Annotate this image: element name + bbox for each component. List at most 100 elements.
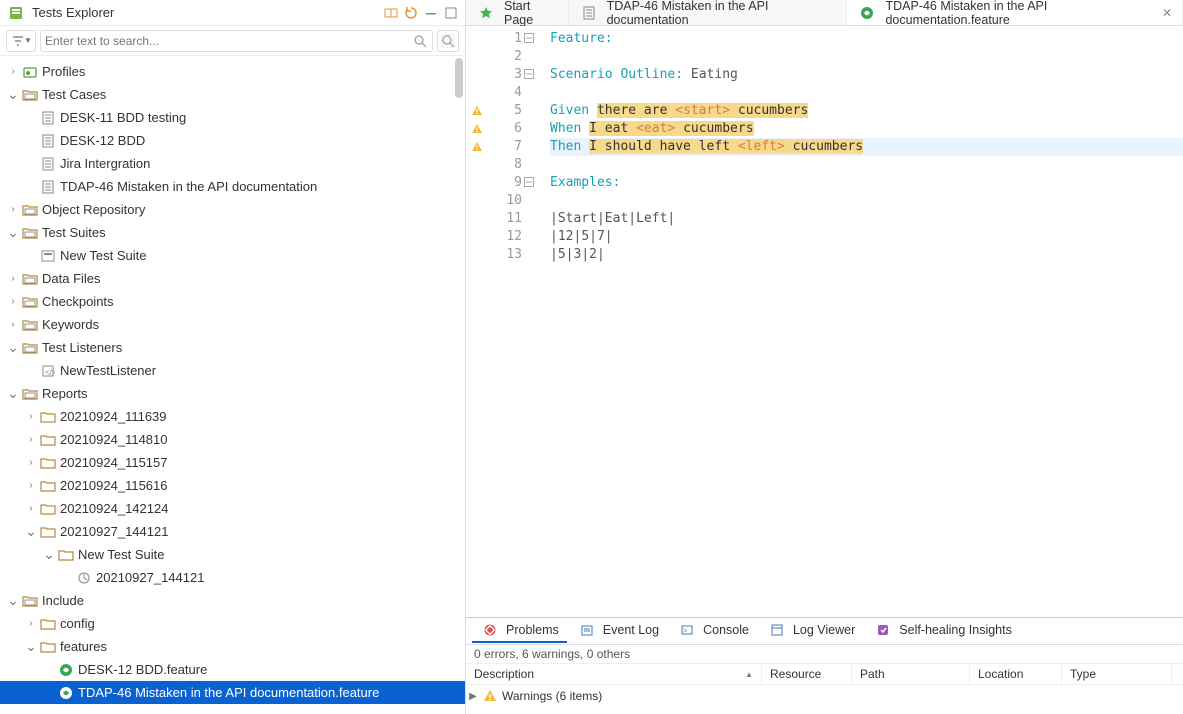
tree-item[interactable]: ⌄features xyxy=(0,635,465,658)
code-line[interactable]: |12|5|7| xyxy=(550,228,1183,246)
code-line[interactable]: Scenario Outline: Eating xyxy=(550,66,1183,84)
code-line[interactable]: Examples: xyxy=(550,174,1183,192)
editor-tab[interactable]: TDAP-46 Mistaken in the API documentatio… xyxy=(847,0,1183,25)
table-column-header[interactable]: Location xyxy=(970,664,1062,684)
editor-pane: Start PageTDAP-46 Mistaken in the API do… xyxy=(466,0,1183,714)
table-column-header[interactable]: Path xyxy=(852,664,970,684)
chevron-down-icon[interactable]: ⌄ xyxy=(6,385,20,402)
chevron-down-icon[interactable]: ⌄ xyxy=(24,638,38,655)
chevron-right-icon[interactable]: › xyxy=(24,457,38,468)
chevron-down-icon[interactable]: ⌄ xyxy=(6,339,20,356)
tree-item[interactable]: ›20210924_114810 xyxy=(0,428,465,451)
tree-item[interactable]: ›20210924_142124 xyxy=(0,497,465,520)
tree-item[interactable]: 20210927_144121 xyxy=(0,566,465,589)
chevron-right-icon[interactable]: › xyxy=(24,618,38,629)
bottom-tab[interactable]: >_Console xyxy=(669,619,757,643)
tree-item[interactable]: Jira Intergration xyxy=(0,152,465,175)
tree-item[interactable]: New Test Suite xyxy=(0,244,465,267)
tree-item[interactable]: ⌄Test Listeners xyxy=(0,336,465,359)
chevron-right-icon[interactable]: › xyxy=(24,411,38,422)
code-line[interactable] xyxy=(550,84,1183,102)
maximize-icon[interactable] xyxy=(443,5,459,21)
search-icon[interactable] xyxy=(412,33,428,49)
search-scope-button[interactable] xyxy=(437,30,459,52)
report-icon xyxy=(76,570,92,586)
chevron-right-icon[interactable]: › xyxy=(24,503,38,514)
table-column-header[interactable]: Description▲ xyxy=(466,664,762,684)
tree-item[interactable]: ›20210924_115616 xyxy=(0,474,465,497)
tree-item[interactable]: › Keywords xyxy=(0,313,465,336)
tree-item[interactable]: TDAP-46 Mistaken in the API documentatio… xyxy=(0,175,465,198)
code-line[interactable]: |5|3|2| xyxy=(550,246,1183,264)
filter-dropdown[interactable]: ▾ xyxy=(6,30,36,52)
chevron-right-icon[interactable]: › xyxy=(6,66,20,77)
code-line[interactable]: Feature: xyxy=(550,30,1183,48)
tree-item[interactable]: ⌄Include xyxy=(0,589,465,612)
chevron-down-icon[interactable]: ⌄ xyxy=(6,592,20,609)
table-column-header[interactable]: Resource xyxy=(762,664,852,684)
testcase-icon xyxy=(40,110,56,126)
code-line[interactable] xyxy=(550,192,1183,210)
fold-icon[interactable] xyxy=(524,69,534,79)
code-line[interactable] xyxy=(550,156,1183,174)
editor-tab[interactable]: Start Page xyxy=(466,0,569,25)
tree-item[interactable]: ›config xyxy=(0,612,465,635)
line-number: 8 xyxy=(488,156,522,174)
bottom-tab[interactable]: Log Viewer xyxy=(759,619,863,643)
minimize-icon[interactable] xyxy=(423,5,439,21)
fold-icon[interactable] xyxy=(524,177,534,187)
tree-item[interactable]: ⌄20210927_144121 xyxy=(0,520,465,543)
tree-item[interactable]: ⌄Test Cases xyxy=(0,83,465,106)
tree-item[interactable]: DESK-12 BDD xyxy=(0,129,465,152)
code-line[interactable]: When I eat <eat> cucumbers xyxy=(550,120,1183,138)
tree-item-label: Keywords xyxy=(42,317,99,332)
tree-item[interactable]: ›Profiles xyxy=(0,60,465,83)
bottom-tab[interactable]: Event Log xyxy=(569,619,667,643)
chevron-down-icon[interactable]: ⌄ xyxy=(24,523,38,540)
close-icon[interactable]: ✕ xyxy=(1162,6,1172,20)
tree-item[interactable]: ⌄Reports xyxy=(0,382,465,405)
link-editor-icon[interactable] xyxy=(383,5,399,21)
fold-icon[interactable] xyxy=(524,33,534,43)
code-editor[interactable]: 12345678910111213 Feature:Scenario Outli… xyxy=(466,26,1183,617)
tree-item[interactable]: ›20210924_115157 xyxy=(0,451,465,474)
tree-item[interactable]: ›20210924_111639 xyxy=(0,405,465,428)
sync-icon[interactable] xyxy=(403,5,419,21)
chevron-down-icon[interactable]: ⌄ xyxy=(6,86,20,103)
scrollbar-thumb[interactable] xyxy=(455,58,463,98)
chevron-down-icon[interactable]: ⌄ xyxy=(6,224,20,241)
problems-group-row[interactable]: ▶ Warnings (6 items) xyxy=(466,685,1183,707)
tree-item[interactable]: TDAP-46 Mistaken in the API documentatio… xyxy=(0,681,465,704)
tree-item[interactable]: ›Object Repository xyxy=(0,198,465,221)
warning-icon[interactable] xyxy=(466,138,488,156)
chevron-right-icon[interactable]: › xyxy=(24,434,38,445)
warning-icon[interactable] xyxy=(466,102,488,120)
bottom-tab[interactable]: Problems xyxy=(472,619,567,643)
chevron-right-icon[interactable]: › xyxy=(6,273,20,284)
chevron-right-icon[interactable]: › xyxy=(6,204,20,215)
tree-item[interactable]: ⌄New Test Suite xyxy=(0,543,465,566)
chevron-down-icon[interactable]: ⌄ xyxy=(42,546,56,563)
tree-item[interactable]: DESK-11 BDD testing xyxy=(0,106,465,129)
editor-code[interactable]: Feature: Scenario Outline: Eating Given th… xyxy=(526,26,1183,617)
explorer-tree[interactable]: ›Profiles⌄Test CasesDESK-11 BDD testingD… xyxy=(0,56,465,714)
warning-icon[interactable] xyxy=(466,120,488,138)
code-line[interactable]: Given there are <start> cucumbers xyxy=(550,102,1183,120)
tree-item[interactable]: ⌄Test Suites xyxy=(0,221,465,244)
tree-item[interactable]: ›Checkpoints xyxy=(0,290,465,313)
search-input[interactable] xyxy=(45,34,412,48)
bottom-tab[interactable]: Self-healing Insights xyxy=(865,619,1020,643)
code-line[interactable]: Then I should have left <left> cucumbers xyxy=(550,138,1183,156)
code-line[interactable]: |Start|Eat|Left| xyxy=(550,210,1183,228)
chevron-right-icon[interactable]: › xyxy=(6,319,20,330)
tree-item[interactable]: ›Data Files xyxy=(0,267,465,290)
tree-item[interactable]: DESK-12 BDD.feature xyxy=(0,658,465,681)
editor-tab[interactable]: TDAP-46 Mistaken in the API documentatio… xyxy=(569,0,848,25)
line-number: 2 xyxy=(488,48,522,66)
chevron-right-icon[interactable]: › xyxy=(6,296,20,307)
tree-item[interactable]: </>NewTestListener xyxy=(0,359,465,382)
chevron-right-icon[interactable]: › xyxy=(24,480,38,491)
table-column-header[interactable]: Type xyxy=(1062,664,1172,684)
problems-status: 0 errors, 6 warnings, 0 others xyxy=(466,645,1183,663)
code-line[interactable] xyxy=(550,48,1183,66)
